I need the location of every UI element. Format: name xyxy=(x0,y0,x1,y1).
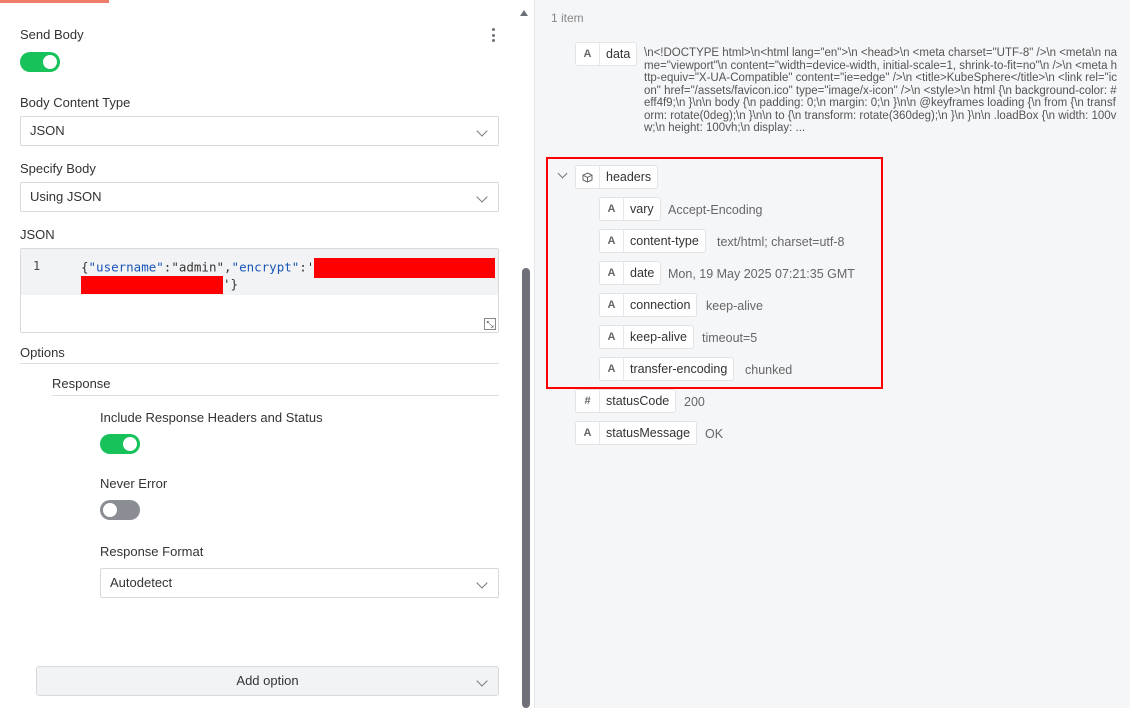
field-name: statusCode xyxy=(606,394,670,408)
include-headers-toggle[interactable] xyxy=(100,434,140,454)
never-error-label: Never Error xyxy=(100,476,168,491)
chevron-down-icon xyxy=(476,675,488,687)
body-content-type-select[interactable]: JSON xyxy=(20,116,499,146)
send-body-label: Send Body xyxy=(20,27,84,42)
string-type-icon: A xyxy=(576,43,600,65)
include-headers-label: Include Response Headers and Status xyxy=(100,410,323,425)
json-label: JSON xyxy=(20,227,55,242)
field-status-code[interactable]: # statusCode xyxy=(575,389,677,413)
json-editor[interactable]: 1 {"username":"admin","encrypt":' '} ⤡ xyxy=(20,248,499,333)
scroll-up-arrow-icon[interactable] xyxy=(520,10,528,16)
send-body-toggle[interactable] xyxy=(20,52,60,72)
line-number: 1 xyxy=(33,259,41,273)
options-label: Options xyxy=(20,345,65,360)
add-option-button[interactable]: Add option xyxy=(36,666,499,696)
headers-highlight-box xyxy=(546,157,883,389)
field-status-message[interactable]: A statusMessage xyxy=(575,421,698,445)
number-type-icon: # xyxy=(576,390,600,412)
data-value: \n<!DOCTYPE html>\n<html lang="en">\n <h… xyxy=(644,47,1118,134)
response-label: Response xyxy=(52,376,111,391)
field-data[interactable]: A data xyxy=(575,42,638,66)
field-name: data xyxy=(606,47,631,61)
string-type-icon: A xyxy=(576,422,600,444)
response-format-select[interactable]: Autodetect xyxy=(100,568,499,598)
json-code-line-1: {"username":"admin","encrypt":' xyxy=(81,258,496,278)
chevron-down-icon xyxy=(476,577,488,589)
item-count: 1 item xyxy=(551,11,584,25)
response-format-value: Autodetect xyxy=(110,575,173,590)
options-divider xyxy=(20,363,499,364)
node-parameters-panel: Send Body Body Content Type JSON Specify… xyxy=(0,0,535,708)
add-option-label: Add option xyxy=(236,673,299,688)
response-divider xyxy=(52,395,499,396)
redacted-value xyxy=(314,258,496,278)
redacted-value xyxy=(81,276,223,294)
body-content-type-value: JSON xyxy=(30,123,65,138)
specify-body-value: Using JSON xyxy=(30,189,102,204)
chevron-down-icon xyxy=(476,191,488,203)
active-tab-indicator xyxy=(0,0,109,3)
json-code-line-2: '} xyxy=(81,276,238,294)
more-options-icon[interactable] xyxy=(490,28,496,42)
response-format-label: Response Format xyxy=(100,544,204,559)
never-error-toggle[interactable] xyxy=(100,500,140,520)
resize-handle-icon[interactable]: ⤡ xyxy=(484,318,496,330)
chevron-down-icon xyxy=(476,125,488,137)
scrollbar-thumb[interactable] xyxy=(522,268,530,708)
specify-body-select[interactable]: Using JSON xyxy=(20,182,499,212)
body-content-type-label: Body Content Type xyxy=(20,95,131,110)
status-code-value: 200 xyxy=(684,395,705,409)
specify-body-label: Specify Body xyxy=(20,161,96,176)
field-name: statusMessage xyxy=(606,426,691,440)
status-message-value: OK xyxy=(705,427,724,441)
